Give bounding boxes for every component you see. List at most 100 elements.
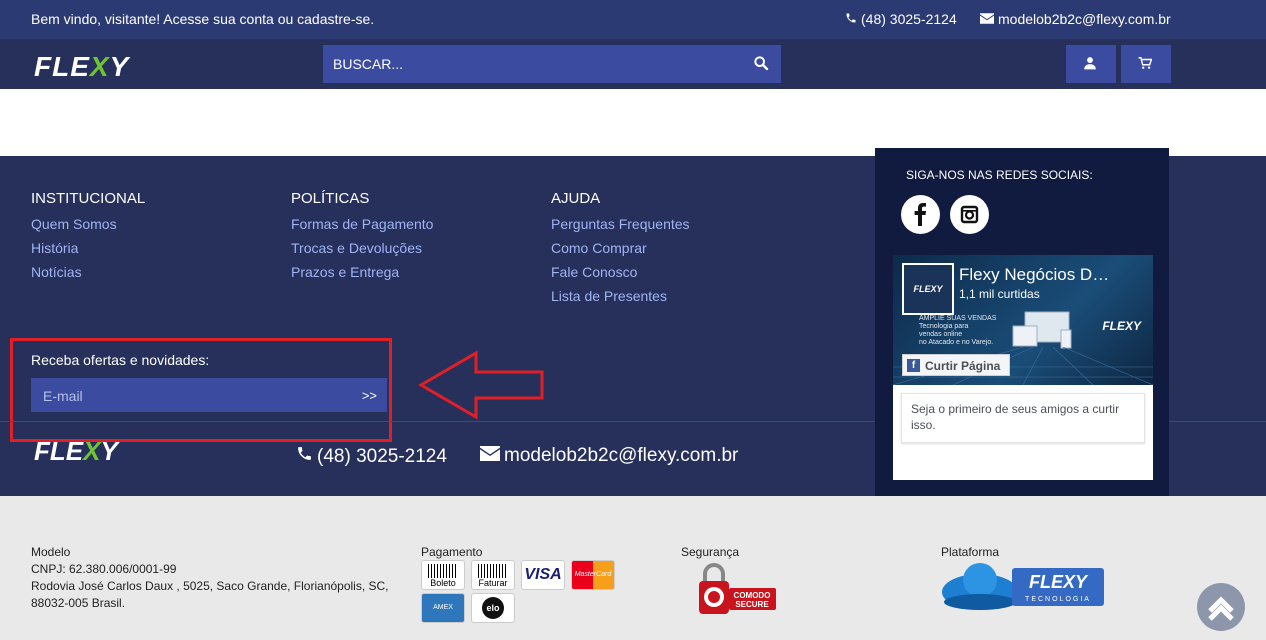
logo-text: FLEXY xyxy=(34,51,130,82)
platform-section: Plataforma xyxy=(941,544,999,561)
search-input[interactable]: BUSCAR... xyxy=(333,56,403,72)
payment-visa-icon: VISA xyxy=(521,560,565,590)
top-phone: (48) 3025-2124 xyxy=(845,11,957,27)
phone-icon xyxy=(298,447,311,460)
envelope-icon xyxy=(980,13,994,24)
security-title: Segurança xyxy=(681,545,740,559)
footer-logo: FLEXY xyxy=(34,436,118,467)
footer-col-ajuda: AJUDA Perguntas Frequentes Como Comprar … xyxy=(551,190,690,312)
footer-link-prazos[interactable]: Prazos e Entrega xyxy=(291,264,433,280)
top-bar: Bem vindo, visitante! Acesse sua conta o… xyxy=(0,0,1266,39)
company-zip: 88032-005 Brasil. xyxy=(31,596,126,610)
footer-link-perguntas[interactable]: Perguntas Frequentes xyxy=(551,216,690,232)
payment-faturar-icon: Faturar xyxy=(471,560,515,590)
lower-footer: Modelo CNPJ: 62.380.006/0001-99 Rodovia … xyxy=(0,496,1266,640)
fb-page-likes: 1,1 mil curtidas xyxy=(959,287,1040,301)
payment-label: AMEX xyxy=(433,604,453,611)
fb-page-cover[interactable]: FLEXY Flexy Negócios D… 1,1 mil curtidas… xyxy=(893,255,1153,385)
secure-text: SECURE xyxy=(735,600,769,609)
payment-mastercard-icon: MasterCard xyxy=(571,560,615,590)
chevron-up-icon xyxy=(1208,596,1234,621)
footer-link-formas-pagamento[interactable]: Formas de Pagamento xyxy=(291,216,433,232)
payment-label: Faturar xyxy=(478,578,508,588)
footer-link-trocas[interactable]: Trocas e Devoluções xyxy=(291,240,433,256)
platform-title: Plataforma xyxy=(941,545,1000,559)
facebook-small-icon: f xyxy=(907,359,920,372)
annotation-arrow-icon xyxy=(418,350,544,420)
footer-phone: (48) 3025-2124 xyxy=(296,445,447,468)
newsletter-placeholder[interactable]: E-mail xyxy=(43,388,83,404)
footer-logo-text: FLEXY xyxy=(34,436,118,466)
comodo-text: COMODO xyxy=(734,591,771,600)
envelope-icon xyxy=(480,446,500,461)
security-section: Segurança xyxy=(681,544,739,561)
welcome-text[interactable]: Bem vindo, visitante! Acesse sua conta o… xyxy=(31,11,374,27)
cart-button[interactable] xyxy=(1121,45,1171,83)
cart-icon xyxy=(1138,57,1152,69)
newsletter-submit-button[interactable]: >> xyxy=(362,388,377,403)
top-email-text: modelob2b2c@flexy.com.br xyxy=(998,11,1171,27)
newsletter-label: Receba ofertas e novidades: xyxy=(31,352,210,368)
top-phone-text: (48) 3025-2124 xyxy=(861,11,957,27)
phone-icon xyxy=(846,13,856,23)
payment-label: Boleto xyxy=(430,578,456,588)
payment-title: Pagamento xyxy=(421,545,483,559)
footer-col-institucional: INSTITUCIONAL Quem Somos História Notíci… xyxy=(31,190,145,288)
facebook-page-widget: FLEXY Flexy Negócios D… 1,1 mil curtidas… xyxy=(893,255,1153,480)
scroll-to-top-button[interactable] xyxy=(1197,583,1245,631)
footer-link-lista-presentes[interactable]: Lista de Presentes xyxy=(551,288,690,304)
fb-like-page-button[interactable]: f Curtir Página xyxy=(902,354,1010,376)
platform-sub-text: TECNOLOGIA xyxy=(1025,596,1091,603)
fb-page-name[interactable]: Flexy Negócios D… xyxy=(959,265,1109,285)
footer-link-noticias[interactable]: Notícias xyxy=(31,264,145,280)
search-icon[interactable] xyxy=(753,55,769,71)
payment-elo-icon: elo xyxy=(471,593,515,623)
footer-col-title: POLÍTICAS xyxy=(291,190,370,207)
comodo-secure-badge-icon: COMODO SECURE xyxy=(699,563,776,614)
site-logo[interactable]: FLEXY xyxy=(34,51,129,83)
payment-label: elo xyxy=(486,603,500,613)
footer-col-title: INSTITUCIONAL xyxy=(31,190,146,207)
payment-section: Pagamento xyxy=(421,544,482,561)
fb-page-thumbnail[interactable]: FLEXY xyxy=(902,263,954,315)
footer-link-historia[interactable]: História xyxy=(31,240,145,256)
fb-like-label: Curtir Página xyxy=(925,359,1001,373)
search-bar[interactable]: BUSCAR... xyxy=(323,45,781,83)
main-navbar: FLEXY BUSCAR... xyxy=(0,39,1266,89)
user-icon xyxy=(1084,57,1096,70)
company-cnpj: CNPJ: 62.380.006/0001-99 xyxy=(31,562,177,576)
flexy-platform-badge-icon[interactable]: FLEXY TECNOLOGIA xyxy=(940,560,1106,612)
footer-link-como-comprar[interactable]: Como Comprar xyxy=(551,240,690,256)
footer-link-quem-somos[interactable]: Quem Somos xyxy=(31,216,145,232)
top-email[interactable]: modelob2b2c@flexy.com.br xyxy=(980,11,1171,27)
fb-cover-text: AMPLIE SUAS VENDAS Tecnologia para venda… xyxy=(919,315,996,347)
footer-link-fale-conosco[interactable]: Fale Conosco xyxy=(551,264,690,280)
footer-email-text: modelob2b2c@flexy.com.br xyxy=(504,445,739,466)
company-name: Modelo xyxy=(31,545,71,559)
fb-cover-line: Tecnologia para xyxy=(919,323,969,330)
fb-cover-line: AMPLIE SUAS VENDAS xyxy=(919,315,997,322)
devices-illustration-icon xyxy=(1012,311,1072,349)
footer-col-title: AJUDA xyxy=(551,190,601,207)
payment-label: VISA xyxy=(524,566,562,583)
payment-label: MasterCard xyxy=(574,571,612,578)
fb-cover-line: no Atacado e no Varejo. xyxy=(919,339,994,346)
facebook-icon xyxy=(914,203,926,226)
social-panel: SIGA-NOS NAS REDES SOCIAIS: FLEXY Flexy … xyxy=(875,148,1169,506)
instagram-button[interactable] xyxy=(950,195,989,234)
company-address: Rodovia José Carlos Daux , 5025, Saco Gr… xyxy=(31,579,389,593)
payment-amex-icon: AMEX xyxy=(421,593,465,623)
facebook-button[interactable] xyxy=(901,195,940,234)
footer-col-politicas: POLÍTICAS Formas de Pagamento Trocas e D… xyxy=(291,190,433,288)
account-button[interactable] xyxy=(1066,45,1116,83)
footer-email[interactable]: modelob2b2c@flexy.com.br xyxy=(480,445,738,467)
newsletter-email-input[interactable]: E-mail >> xyxy=(31,378,387,412)
fb-cover-line: vendas online xyxy=(919,331,963,338)
social-title: SIGA-NOS NAS REDES SOCIAIS: xyxy=(906,168,1093,182)
footer-phone-text: (48) 3025-2124 xyxy=(317,446,447,467)
fb-friends-text: Seja o primeiro de seus amigos a curtir … xyxy=(901,393,1145,443)
newsletter-box: Receba ofertas e novidades: E-mail >> xyxy=(10,338,392,442)
fb-cover-logo: FLEXY xyxy=(1102,319,1141,333)
instagram-icon xyxy=(960,205,979,224)
company-info: Modelo CNPJ: 62.380.006/0001-99 Rodovia … xyxy=(31,544,389,612)
